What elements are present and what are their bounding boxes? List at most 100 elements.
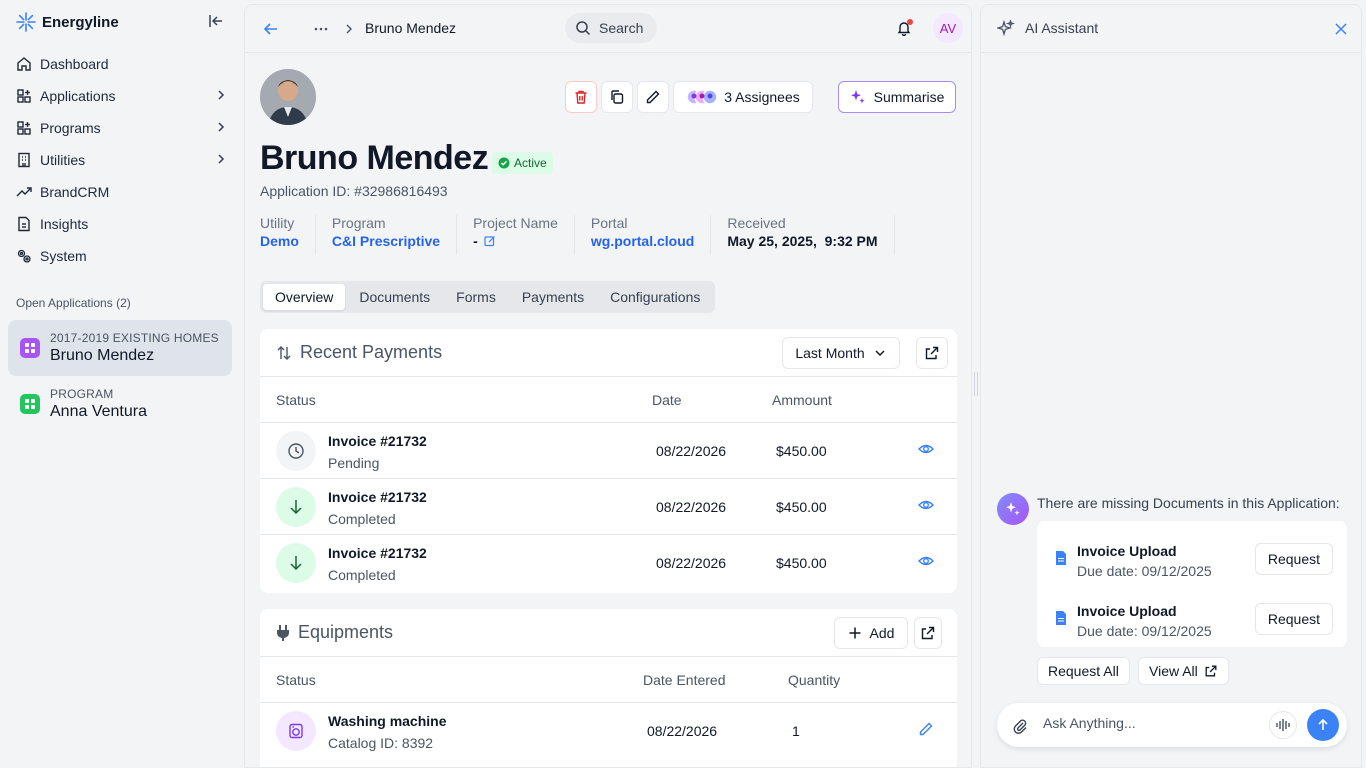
sidebar-item-system[interactable]: System: [8, 240, 236, 272]
view-eye-icon[interactable]: [918, 553, 934, 569]
open-app-bruno-mendez[interactable]: 2017-2019 EXISTING HOMES Bruno Mendez: [8, 320, 232, 376]
column-quantity: Quantity: [788, 672, 841, 688]
view-eye-icon[interactable]: [918, 497, 934, 513]
period-dropdown[interactable]: Last Month: [782, 337, 900, 369]
sidebar-item-brandcrm[interactable]: BrandCRM: [8, 176, 236, 208]
notifications-bell-icon[interactable]: [895, 19, 913, 37]
send-button[interactable]: [1307, 709, 1339, 741]
back-arrow-icon[interactable]: [261, 19, 281, 39]
sidebar-item-label: BrandCRM: [40, 184, 110, 200]
view-all-button[interactable]: View All: [1138, 657, 1229, 685]
tab-payments[interactable]: Payments: [510, 284, 596, 310]
notification-dot: [907, 19, 913, 25]
program-link[interactable]: C&I Prescriptive: [332, 233, 440, 249]
column-amount: Ammount: [772, 392, 832, 408]
trend-up-icon: [16, 184, 32, 200]
external-link-icon: [1204, 664, 1218, 678]
more-horizontal-icon[interactable]: [311, 19, 331, 39]
view-all-label: View All: [1149, 663, 1198, 679]
invoice-number: Invoice #21732: [328, 545, 427, 561]
search-icon: [575, 20, 591, 36]
payment-status: Pending: [328, 455, 380, 471]
status-badge: Active: [492, 152, 553, 174]
invoice-number: Invoice #21732: [328, 489, 427, 505]
meta-label: Program: [331, 215, 386, 231]
open-external-button[interactable]: [916, 337, 948, 369]
view-eye-icon[interactable]: [918, 441, 934, 457]
edit-project-name-icon[interactable]: [484, 235, 496, 247]
trash-icon: [573, 89, 589, 105]
sidebar-item-applications[interactable]: Applications: [8, 80, 236, 112]
chevron-right-icon: [214, 152, 228, 166]
document-icon: [16, 216, 32, 232]
sidebar-item-dashboard[interactable]: Dashboard: [8, 48, 236, 80]
equipments-card: Equipments Add Status Date Entered Quant…: [260, 609, 957, 767]
tab-documents[interactable]: Documents: [347, 284, 442, 310]
duplicate-button[interactable]: [601, 81, 633, 113]
recent-payments-card: Recent Payments Last Month Status Date A…: [260, 329, 957, 593]
payment-status: Completed: [328, 567, 396, 583]
assignees-label: 3 Assignees: [724, 89, 800, 105]
request-button[interactable]: Request: [1254, 603, 1333, 635]
project-name-value: -: [473, 233, 558, 249]
request-all-button[interactable]: Request All: [1037, 657, 1130, 685]
open-app-anna-ventura[interactable]: PROGRAM Anna Ventura: [8, 376, 232, 432]
panel-resize-handle[interactable]: [974, 372, 978, 396]
delete-button[interactable]: [565, 81, 597, 113]
search-label: Search: [599, 20, 644, 36]
breadcrumb-current[interactable]: Bruno Mendez: [365, 20, 456, 36]
sidebar-nav: Dashboard Applications Programs Utilitie…: [8, 48, 236, 272]
attachment-paperclip-icon[interactable]: [1009, 715, 1031, 737]
add-label: Add: [869, 625, 895, 641]
tab-forms[interactable]: Forms: [444, 284, 508, 310]
app-grid-icon: [20, 338, 40, 358]
project-name-text: -: [473, 233, 478, 249]
assignees-button[interactable]: 3 Assignees: [673, 81, 813, 113]
search-button[interactable]: Search: [565, 13, 657, 43]
document-name: Invoice Upload: [1077, 543, 1177, 559]
voice-waveform-icon[interactable]: [1269, 711, 1297, 739]
period-dropdown-label: Last Month: [795, 345, 865, 361]
table-row: Invoice #21732 Completed 08/22/2026 $450…: [260, 535, 957, 591]
assistant-avatar: [997, 493, 1029, 525]
sidebar-item-programs[interactable]: Programs: [8, 112, 236, 144]
meta-portal: Portal wg.portal.cloud: [573, 215, 710, 255]
user-avatar[interactable]: AV: [933, 13, 963, 43]
edit-button[interactable]: [637, 81, 669, 113]
app-grid-icon: [20, 394, 40, 414]
assignee-avatars-icon: [686, 89, 718, 105]
chevron-right-icon: [214, 88, 228, 102]
table-row: Invoice #21732 Pending 08/22/2026 $450.0…: [260, 423, 957, 479]
brand[interactable]: Energyline: [16, 12, 119, 32]
plug-icon: [276, 624, 290, 641]
open-external-button[interactable]: [914, 617, 942, 649]
meta-label: Project Name: [473, 215, 558, 231]
application-id: Application ID: #32986816493: [260, 183, 448, 199]
table-header: Status Date Ammount: [260, 377, 957, 423]
edit-pencil-icon[interactable]: [918, 721, 934, 737]
assistant-message: There are missing Documents in this Appl…: [1037, 495, 1340, 511]
chevron-right-icon: [214, 120, 228, 134]
request-button[interactable]: Request: [1254, 543, 1333, 575]
tab-overview[interactable]: Overview: [263, 284, 346, 310]
close-icon[interactable]: [1333, 21, 1349, 37]
column-date-entered: Date Entered: [643, 672, 726, 688]
washing-machine-icon: [276, 711, 316, 751]
sidebar-item-label: Applications: [40, 88, 116, 104]
apps-grid-icon: [16, 88, 32, 104]
chat-composer: [997, 703, 1347, 747]
utility-link[interactable]: Demo: [260, 233, 299, 249]
portal-link[interactable]: wg.portal.cloud: [591, 233, 694, 249]
sidebar-item-utilities[interactable]: Utilities: [8, 144, 236, 176]
sidebar-item-insights[interactable]: Insights: [8, 208, 236, 240]
main-panel: Bruno Mendez Search AV 3 Assignees Summa…: [244, 4, 972, 768]
ask-anything-input[interactable]: [1043, 715, 1263, 731]
copy-icon: [609, 89, 625, 105]
gears-icon: [16, 248, 32, 264]
add-equipment-button[interactable]: Add: [834, 617, 908, 649]
tab-configurations[interactable]: Configurations: [598, 284, 712, 310]
document-name: Invoice Upload: [1077, 603, 1177, 619]
document-due-date: Due date: 09/12/2025: [1077, 563, 1212, 579]
summarise-button[interactable]: Summarise: [838, 81, 956, 113]
collapse-sidebar-icon[interactable]: [208, 13, 228, 33]
